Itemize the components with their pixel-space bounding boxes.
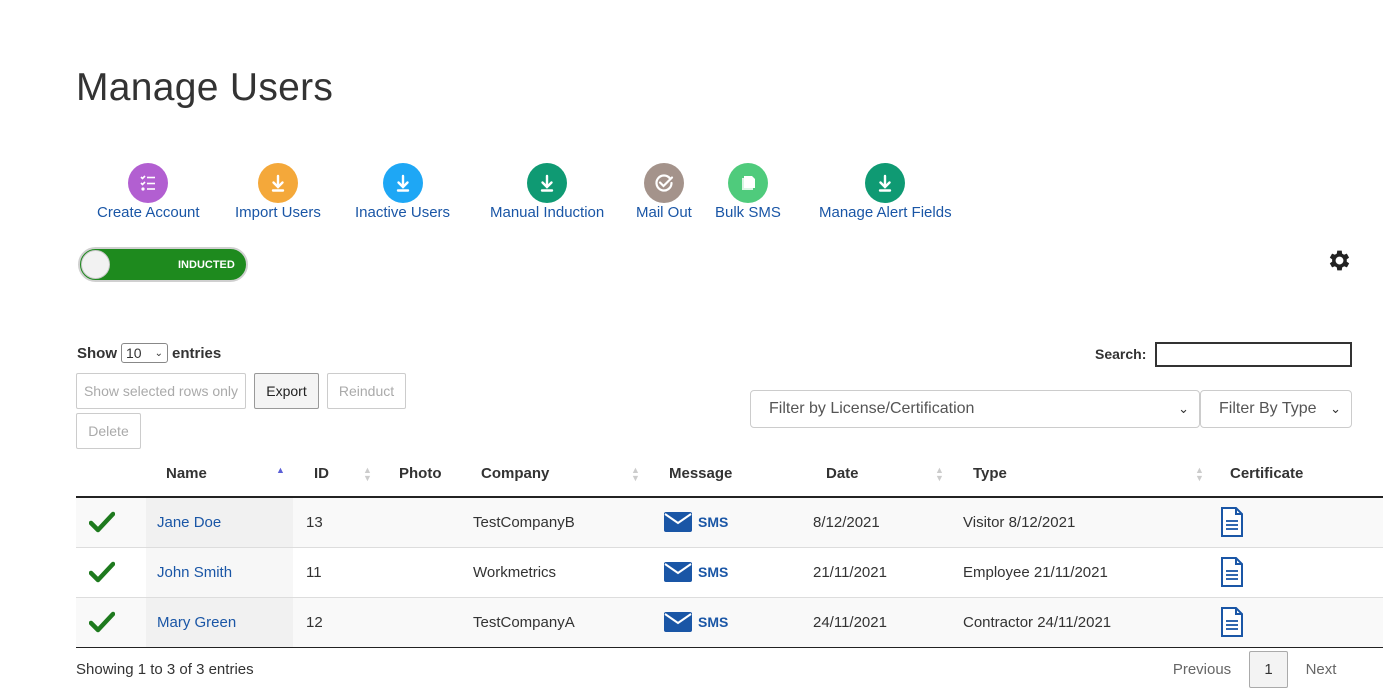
- previous-page-button[interactable]: Previous: [1164, 651, 1240, 688]
- search-input[interactable]: [1155, 342, 1352, 367]
- inducted-toggle[interactable]: INDUCTED: [78, 247, 248, 282]
- user-name-link[interactable]: Jane Doe: [146, 514, 221, 531]
- company-column-header[interactable]: Company ▲ ▼: [473, 451, 663, 498]
- show-selected-rows-button[interactable]: Show selected rows only: [76, 373, 246, 409]
- delete-button[interactable]: Delete: [76, 413, 141, 449]
- table-info: Showing 1 to 3 of 3 entries: [76, 661, 254, 678]
- user-id: 11: [306, 563, 322, 581]
- sort-icon: ▲ ▼: [363, 465, 372, 483]
- type-filter-select[interactable]: Filter By Type ⌄: [1200, 390, 1352, 428]
- sms-button[interactable]: SMS: [663, 611, 813, 633]
- download-icon: [382, 163, 423, 203]
- type-column-header[interactable]: Type ▲ ▼: [959, 451, 1214, 498]
- action-toolbar: Create Account Import Users Inactive Use…: [0, 163, 1000, 223]
- user-date: 24/11/2021: [813, 613, 887, 631]
- page-length-control: Show 10 ⌄ entries: [77, 343, 221, 363]
- mail-out-label: Mail Out: [636, 204, 692, 221]
- envelope-icon: [664, 512, 692, 533]
- manual-induction-label: Manual Induction: [490, 204, 605, 221]
- chevron-down-icon: ⌄: [1330, 401, 1341, 416]
- bulk-sms-label: Bulk SMS: [715, 204, 781, 221]
- user-name-link[interactable]: Mary Green: [146, 614, 236, 631]
- toggle-knob: [81, 250, 110, 279]
- user-photo: [383, 547, 473, 598]
- sort-icon: ▲ ▼: [1195, 465, 1204, 483]
- user-id: 12: [306, 613, 323, 631]
- create-account-button[interactable]: Create Account: [97, 163, 200, 221]
- manual-induction-button[interactable]: Manual Induction: [490, 163, 604, 221]
- create-account-label: Create Account: [97, 204, 200, 221]
- documents-icon: [727, 163, 768, 203]
- toggle-label: INDUCTED: [178, 259, 235, 271]
- page-size-value: 10: [126, 345, 142, 361]
- user-date: 21/11/2021: [813, 563, 887, 581]
- sms-button[interactable]: SMS: [663, 561, 813, 583]
- table-row[interactable]: Jane Doe 13 TestCompanyB SMS 8/12/2021 V…: [76, 497, 1383, 548]
- certificate-doc-icon[interactable]: [1214, 547, 1383, 598]
- table-row[interactable]: Mary Green 12 TestCompanyA SMS 24/11/202…: [76, 597, 1383, 648]
- inducted-check-icon: [76, 597, 146, 648]
- envelope-icon: [664, 612, 692, 632]
- search-label: Search:: [1095, 346, 1147, 362]
- download-icon: [527, 163, 568, 203]
- user-photo: [383, 597, 473, 648]
- user-type: Visitor 8/12/2021: [963, 513, 1076, 531]
- export-button[interactable]: Export: [254, 373, 319, 409]
- type-filter-value: Filter By Type: [1219, 400, 1317, 417]
- user-name-link[interactable]: John Smith: [146, 564, 232, 581]
- user-company: Workmetrics: [473, 563, 557, 581]
- certificate-doc-icon[interactable]: [1214, 597, 1383, 648]
- download-icon: [257, 163, 298, 203]
- manage-alert-fields-label: Manage Alert Fields: [819, 204, 952, 221]
- inducted-check-icon: [76, 497, 146, 548]
- page-size-select[interactable]: 10 ⌄: [121, 343, 168, 363]
- table-row[interactable]: John Smith 11 Workmetrics SMS 21/11/2021…: [76, 547, 1383, 598]
- message-column-header: Message: [663, 451, 813, 498]
- sort-icon: ▲ ▼: [631, 465, 640, 483]
- import-users-button[interactable]: Import Users: [235, 163, 321, 221]
- chevron-down-icon: ⌄: [1178, 401, 1189, 416]
- sms-button[interactable]: SMS: [663, 511, 813, 533]
- download-icon: [865, 163, 906, 203]
- show-label: Show: [77, 344, 117, 362]
- user-id: 13: [306, 513, 323, 531]
- user-type: Employee 21/11/2021: [963, 563, 1108, 581]
- table-header-row: Name ▲ ID ▲ ▼ Photo Company ▲ ▼ Message Date ▲…: [76, 451, 1383, 498]
- user-date: 8/12/2021: [813, 513, 880, 531]
- user-company: TestCompanyB: [473, 513, 575, 531]
- license-filter-select[interactable]: Filter by License/Certification ⌄: [750, 390, 1200, 428]
- inactive-users-button[interactable]: Inactive Users: [355, 163, 450, 221]
- chevron-down-icon: ⌄: [154, 347, 163, 359]
- license-filter-value: Filter by License/Certification: [769, 400, 975, 417]
- page-1-button[interactable]: 1: [1249, 651, 1288, 688]
- user-company: TestCompanyA: [473, 613, 575, 631]
- entries-label: entries: [172, 344, 222, 362]
- inactive-users-label: Inactive Users: [355, 204, 451, 221]
- next-page-button[interactable]: Next: [1296, 651, 1346, 688]
- user-photo: [383, 497, 473, 548]
- import-users-label: Import Users: [235, 204, 321, 221]
- select-column-header: [76, 451, 146, 498]
- id-column-header[interactable]: ID ▲ ▼: [293, 451, 383, 498]
- users-table: Name ▲ ID ▲ ▼ Photo Company ▲ ▼ Message Date ▲…: [76, 451, 1383, 648]
- bulk-sms-button[interactable]: Bulk SMS: [715, 163, 781, 221]
- inducted-check-icon: [76, 547, 146, 598]
- check-circle-icon: [643, 163, 684, 203]
- sort-icon: ▲: [276, 465, 285, 475]
- gear-icon[interactable]: [1326, 247, 1353, 274]
- user-type: Contractor 24/11/2021: [963, 613, 1112, 631]
- certificate-column-header: Certificate: [1214, 451, 1383, 498]
- date-column-header[interactable]: Date ▲ ▼: [813, 451, 959, 498]
- reinduct-button[interactable]: Reinduct: [327, 373, 406, 409]
- page-title: Manage Users: [76, 66, 334, 109]
- envelope-icon: [664, 562, 692, 582]
- manage-alert-fields-button[interactable]: Manage Alert Fields: [819, 163, 952, 221]
- photo-column-header: Photo: [383, 451, 473, 498]
- certificate-doc-icon[interactable]: [1214, 497, 1383, 548]
- sort-icon: ▲ ▼: [935, 465, 944, 483]
- checklist-icon: [128, 163, 169, 203]
- name-column-header[interactable]: Name ▲: [146, 451, 293, 498]
- mail-out-button[interactable]: Mail Out: [636, 163, 692, 221]
